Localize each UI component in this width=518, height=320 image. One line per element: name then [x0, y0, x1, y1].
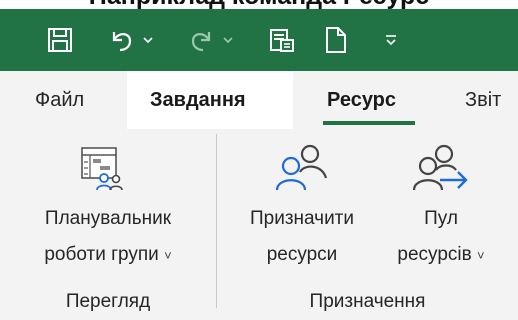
team-planner-icon	[80, 146, 124, 197]
customize-qat-icon[interactable]	[376, 9, 406, 71]
undo-icon[interactable]	[104, 9, 140, 71]
team-planner-label-line2: роботи групи ˅	[18, 244, 198, 266]
caption-text: Наприклад команда Ресурс	[0, 0, 518, 9]
quick-access-toolbar	[0, 9, 518, 71]
team-planner-line2-text: роботи групи	[44, 244, 159, 265]
group-label-view: Перегляд	[65, 291, 151, 312]
new-file-icon[interactable]	[318, 9, 354, 71]
resource-pool-button[interactable]: Пул ресурсів ˅	[378, 140, 504, 280]
chevron-down-icon: ˅	[164, 248, 172, 263]
group-divider	[216, 134, 217, 308]
save-icon[interactable]	[40, 9, 80, 71]
resource-pool-label-line1: Пул	[424, 208, 458, 229]
team-planner-button[interactable]: Планувальник роботи групи ˅	[18, 140, 198, 280]
redo-icon[interactable]	[183, 9, 219, 71]
assign-resources-label-line1: Призначити	[249, 208, 355, 229]
active-tab-indicator	[323, 121, 415, 125]
assign-resources-icon	[275, 142, 328, 199]
tab-tasks[interactable]: Завдання	[150, 71, 246, 129]
assign-resources-label-line2: ресурси	[266, 244, 338, 265]
tab-file[interactable]: Файл	[35, 71, 84, 129]
group-label-assignment: Призначення	[309, 291, 426, 312]
chevron-down-icon: ˅	[477, 248, 485, 263]
resource-pool-label-line2: ресурсів ˅	[378, 244, 504, 266]
assign-resources-button[interactable]: Призначити ресурси	[232, 140, 372, 280]
resource-pool-line2-text: ресурсів	[397, 244, 472, 265]
team-planner-label-line1: Планувальник	[44, 208, 172, 229]
undo-dropdown-icon[interactable]	[140, 9, 156, 71]
task-sheet-icon[interactable]	[262, 9, 302, 71]
redo-dropdown-icon[interactable]	[220, 9, 236, 71]
resource-pool-icon	[412, 142, 470, 199]
tab-report[interactable]: Звіт	[465, 71, 501, 129]
